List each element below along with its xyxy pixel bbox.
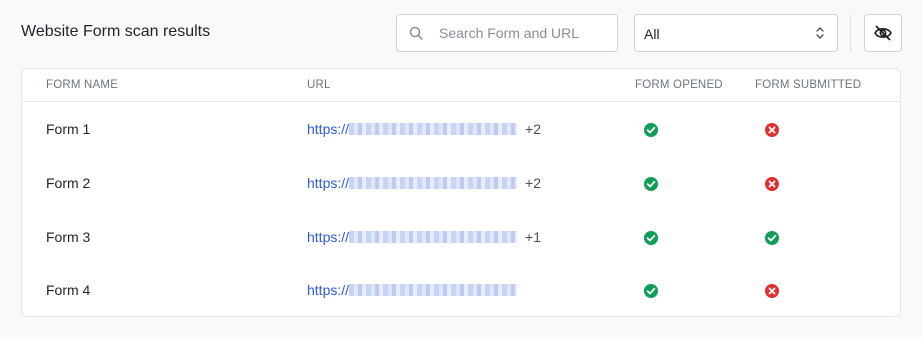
form-url-link[interactable]: https:// — [307, 175, 518, 191]
results-table: FORM NAME URL FORM OPENED FORM SUBMITTED… — [21, 68, 901, 317]
chevron-up-down-icon — [816, 27, 824, 39]
check-circle-icon — [643, 231, 659, 249]
form-submitted-status — [764, 283, 780, 299]
x-circle-icon — [764, 123, 780, 141]
toolbar-divider — [850, 14, 851, 52]
redacted-url — [349, 177, 518, 189]
filter-select-value: All — [644, 26, 660, 42]
form-url-cell: https:// +2 — [307, 175, 541, 191]
form-url-link[interactable]: https:// — [307, 229, 518, 245]
eye-off-icon — [874, 25, 892, 41]
url-prefix: https:// — [307, 175, 350, 191]
column-header-form-opened: FORM OPENED — [635, 79, 723, 91]
search-box[interactable] — [396, 14, 618, 52]
form-opened-status — [643, 176, 659, 192]
more-urls-count[interactable]: +2 — [525, 121, 541, 137]
column-header-url: URL — [307, 79, 331, 91]
check-circle-icon — [643, 177, 659, 195]
page-header: Website Form scan results All — [0, 0, 923, 68]
form-submitted-status — [764, 230, 780, 246]
table-row: Form 2 https:// +2 — [22, 157, 900, 211]
table-row: Form 4 https:// — [22, 264, 900, 316]
check-circle-icon — [643, 284, 659, 302]
more-urls-count[interactable]: +2 — [525, 175, 541, 191]
form-url-link[interactable]: https:// — [307, 121, 518, 137]
form-name: Form 2 — [46, 175, 91, 191]
form-url-cell: https:// +2 — [307, 121, 541, 137]
x-circle-icon — [764, 177, 780, 195]
table-header: FORM NAME URL FORM OPENED FORM SUBMITTED — [22, 69, 900, 102]
page-title: Website Form scan results — [21, 23, 211, 40]
form-url-cell: https:// +1 — [307, 229, 541, 245]
more-urls-count[interactable]: +1 — [525, 229, 541, 245]
form-submitted-status — [764, 176, 780, 192]
url-prefix: https:// — [307, 282, 350, 298]
x-circle-icon — [764, 284, 780, 302]
column-header-form-submitted: FORM SUBMITTED — [755, 79, 862, 91]
form-name: Form 3 — [46, 229, 91, 245]
form-url-cell: https:// — [307, 282, 518, 298]
check-circle-icon — [764, 231, 780, 249]
redacted-url — [349, 284, 518, 296]
table-row: Form 3 https:// +1 — [22, 211, 900, 265]
form-name: Form 4 — [46, 282, 91, 298]
form-opened-status — [643, 122, 659, 138]
check-circle-icon — [643, 123, 659, 141]
form-opened-status — [643, 230, 659, 246]
url-prefix: https:// — [307, 229, 350, 245]
redacted-url — [349, 123, 518, 135]
toggle-visibility-button[interactable] — [864, 14, 902, 52]
search-input[interactable] — [439, 23, 609, 43]
search-icon — [409, 26, 423, 40]
form-name: Form 1 — [46, 121, 91, 137]
form-opened-status — [643, 283, 659, 299]
column-header-form-name: FORM NAME — [46, 79, 119, 91]
redacted-url — [349, 231, 518, 243]
form-url-link[interactable]: https:// — [307, 282, 518, 298]
form-submitted-status — [764, 122, 780, 138]
filter-select[interactable]: All — [634, 14, 838, 52]
url-prefix: https:// — [307, 121, 350, 137]
table-row: Form 1 https:// +2 — [22, 103, 900, 157]
